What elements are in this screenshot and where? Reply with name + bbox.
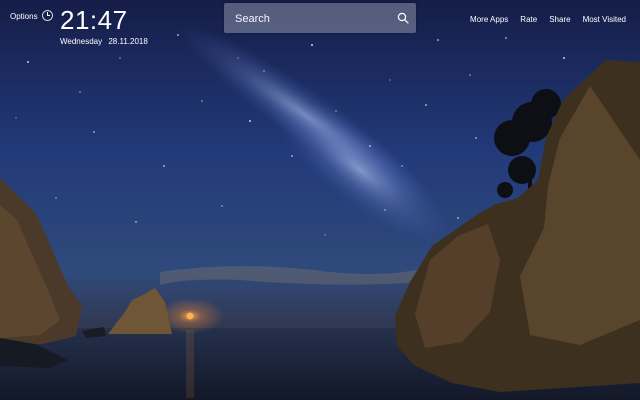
weekday-label: Wednesday <box>60 37 103 46</box>
moon-reflection <box>186 330 194 398</box>
clock-time: 21:47 <box>60 5 128 35</box>
background-wallpaper <box>0 0 640 400</box>
more-apps-link[interactable]: More Apps <box>470 15 508 24</box>
most-visited-link[interactable]: Most Visited <box>583 15 626 24</box>
search-box[interactable] <box>224 3 416 35</box>
options-button[interactable]: Options <box>10 12 38 21</box>
top-navigation: More Apps Rate Share Most Visited <box>458 15 626 24</box>
date-label: 28.11.2018 <box>108 37 148 46</box>
moon <box>186 312 194 320</box>
search-icon[interactable] <box>397 12 409 24</box>
rate-link[interactable]: Rate <box>520 15 537 24</box>
clock-icon[interactable] <box>42 10 53 21</box>
search-input[interactable] <box>233 3 397 35</box>
date-display: Wednesday 28.11.2018 <box>60 37 148 46</box>
share-link[interactable]: Share <box>549 15 570 24</box>
